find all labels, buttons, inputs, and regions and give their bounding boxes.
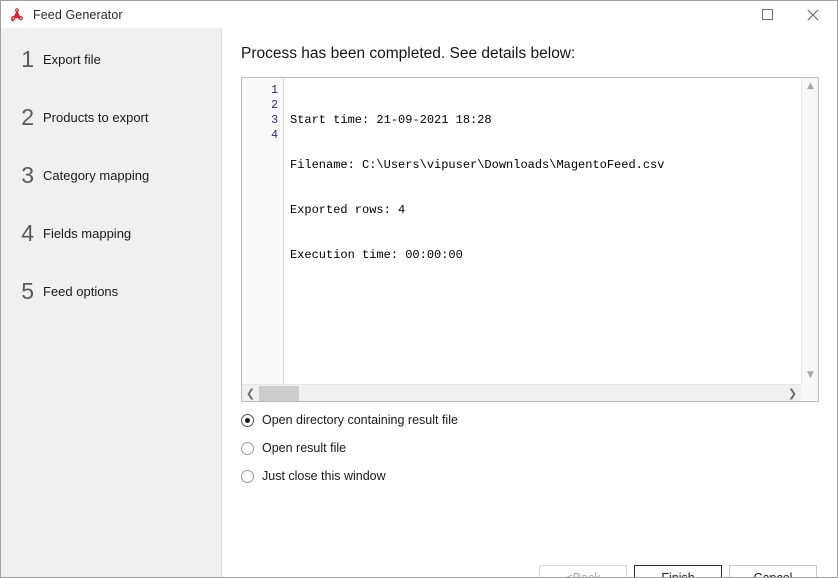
radio-indicator[interactable] (241, 413, 254, 427)
sidebar-item-label: Fields mapping (43, 225, 132, 241)
finish-button-label: Finish (661, 571, 695, 578)
horizontal-scrollbar[interactable]: ❮ ❯ (242, 384, 801, 401)
back-button[interactable]: < Back (539, 565, 627, 578)
close-icon (807, 8, 819, 21)
step-number: 5 (21, 277, 34, 304)
scroll-right-icon[interactable]: ❯ (784, 385, 801, 401)
sidebar-item-products-to-export[interactable]: 2 Products to export (1, 88, 221, 146)
sidebar-item-fields-mapping[interactable]: 4 Fields mapping (1, 204, 221, 262)
scroll-left-icon[interactable]: ❮ (242, 385, 259, 401)
horizontal-scrollbar-thumb[interactable] (259, 386, 299, 401)
title-bar: Feed Generator (1, 1, 837, 28)
log-line: Exported rows: 4 (290, 203, 406, 217)
line-number: 4 (271, 129, 278, 142)
scroll-up-icon[interactable]: ▲ (802, 78, 818, 95)
back-button-accel: B (572, 571, 582, 578)
back-button-prefix: < (565, 571, 573, 578)
maximize-button[interactable] (744, 1, 790, 28)
log-output-panel: 1 2 3 4 Start time: 21-09-2021 18:28 Fil… (241, 77, 819, 402)
sidebar-item-export-file[interactable]: 1 Export file (1, 30, 221, 88)
scrollbar-corner (801, 384, 818, 401)
step-number: 4 (21, 219, 34, 246)
step-number: 3 (21, 161, 34, 188)
sidebar-item-label: Feed options (43, 283, 119, 299)
page-title: Process has been completed. See details … (241, 45, 576, 62)
finish-button[interactable]: Finish (634, 565, 722, 578)
cancel-button[interactable]: Cancel (729, 565, 817, 578)
line-number-gutter: 1 2 3 4 (242, 78, 284, 384)
log-line: Start time: 21-09-2021 18:28 (290, 113, 492, 127)
close-button[interactable] (790, 1, 836, 28)
line-number: 2 (271, 99, 278, 112)
log-line: Execution time: 00:00:00 (290, 248, 463, 262)
sidebar-item-label: Products to export (43, 109, 149, 125)
sidebar-item-category-mapping[interactable]: 3 Category mapping (1, 146, 221, 204)
window-title: Feed Generator (33, 7, 123, 22)
radio-label: Open result file (262, 441, 347, 455)
radio-just-close-window[interactable]: Just close this window (241, 468, 386, 484)
radio-label: Just close this window (262, 469, 386, 483)
radio-indicator[interactable] (241, 441, 254, 455)
cancel-button-rest: ancel (762, 571, 793, 578)
wizard-sidebar: 1 Export file 2 Products to export 3 Cat… (1, 28, 222, 577)
log-text-content[interactable]: Start time: 21-09-2021 18:28 Filename: C… (284, 78, 801, 384)
feed-generator-icon (11, 7, 23, 22)
app-window: Feed Generator 1 Export file 2 Products … (0, 0, 838, 578)
scroll-down-icon[interactable]: ▼ (802, 367, 818, 384)
log-line: Filename: C:\Users\vipuser\Downloads\Mag… (290, 158, 665, 172)
sidebar-item-feed-options[interactable]: 5 Feed options (1, 262, 221, 320)
line-number: 3 (271, 114, 278, 127)
back-button-rest: ack (581, 571, 601, 578)
sidebar-item-label: Export file (43, 51, 101, 67)
radio-open-result-file[interactable]: Open result file (241, 440, 346, 456)
sidebar-item-label: Category mapping (43, 167, 150, 183)
line-number: 1 (271, 84, 278, 97)
step-number: 2 (21, 103, 34, 130)
radio-label: Open directory containing result file (262, 413, 458, 427)
content-pane: Process has been completed. See details … (223, 28, 837, 577)
maximize-icon (761, 9, 773, 20)
radio-open-directory[interactable]: Open directory containing result file (241, 412, 458, 428)
step-number: 1 (21, 45, 34, 72)
log-scroll-viewport: 1 2 3 4 Start time: 21-09-2021 18:28 Fil… (242, 78, 801, 384)
vertical-scrollbar[interactable]: ▲ ▼ (801, 78, 818, 384)
radio-indicator[interactable] (241, 469, 254, 483)
cancel-button-accel: C (753, 571, 763, 578)
